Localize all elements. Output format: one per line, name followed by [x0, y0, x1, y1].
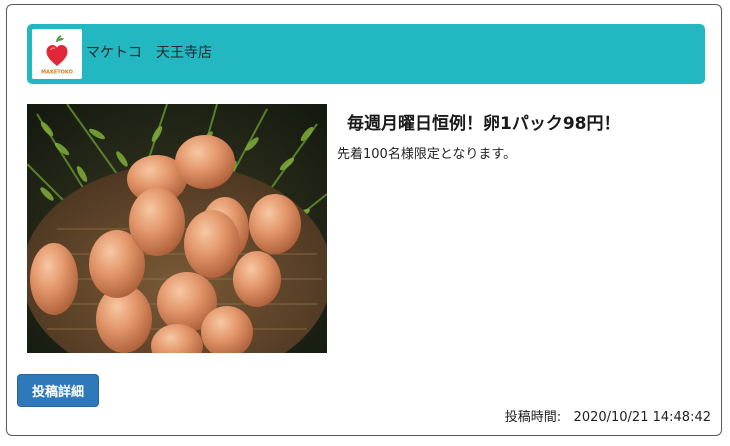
store-header[interactable]: MAKETOKO マケトコ 天王寺店 [27, 24, 705, 84]
store-logo: MAKETOKO [32, 29, 82, 79]
post-image [27, 104, 327, 353]
post-body: 先着100名様限定となります。 [337, 147, 517, 162]
posted-time: 2020/10/21 14:48:42 [573, 410, 711, 425]
store-name[interactable]: マケトコ 天王寺店 [86, 44, 212, 62]
post-title: 毎週月曜日恒例！卵1パック98円！ [347, 114, 621, 134]
posted-at: 投稿時間: 2020/10/21 14:48:42 [505, 409, 711, 427]
logo-wordmark: MAKETOKO [41, 70, 73, 76]
posted-label: 投稿時間: [504, 410, 562, 425]
eggs-basket-photo [27, 104, 327, 353]
post-detail-button[interactable]: 投稿詳細 [17, 374, 99, 407]
post-card: MAKETOKO マケトコ 天王寺店 毎週月曜日恒例！卵1パック98円！ 先着1… [6, 4, 722, 436]
apple-heart-icon: MAKETOKO [41, 35, 73, 76]
